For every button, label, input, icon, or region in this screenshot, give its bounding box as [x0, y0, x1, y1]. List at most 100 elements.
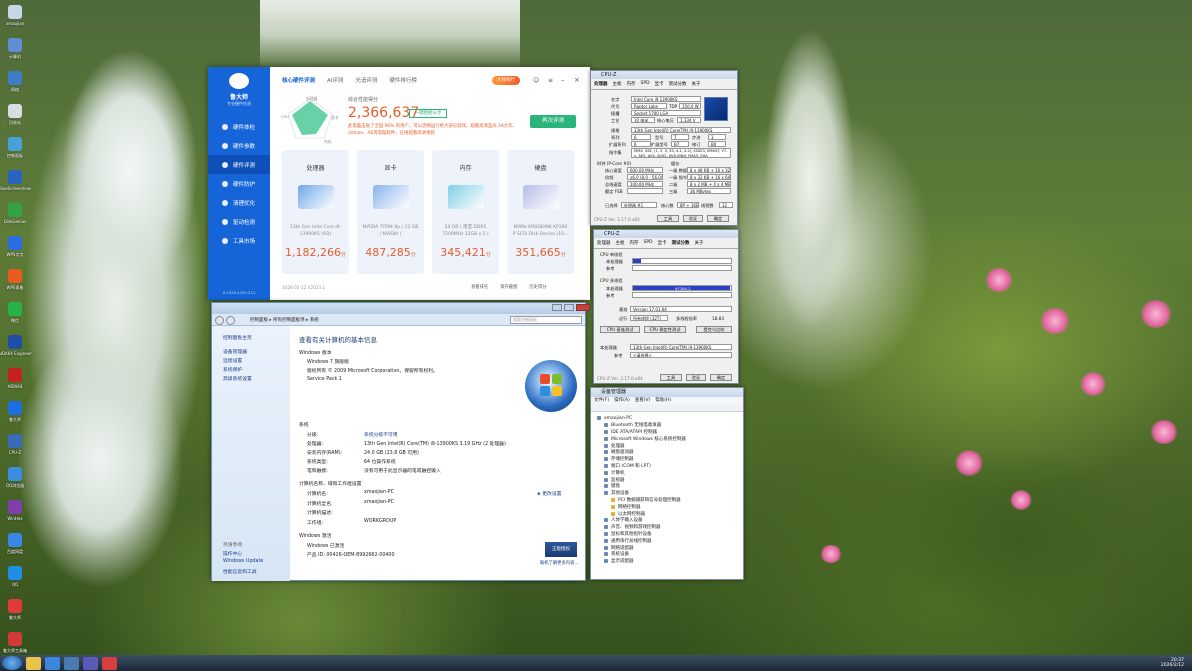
cpuz-tab[interactable]: 测试分数 — [669, 81, 687, 87]
cpuz-tab[interactable]: 显卡 — [658, 240, 667, 246]
desktop-icon[interactable]: 鲁大师 — [2, 596, 28, 629]
desktop-icon[interactable]: xmaojian — [2, 2, 28, 35]
nav-item[interactable]: 硬件参数 — [208, 136, 270, 155]
device-category[interactable]: Microsoft Windows 核心系统控制器 — [597, 435, 743, 442]
cpuz-tab[interactable]: 内存 — [630, 240, 639, 246]
desktop-icon[interactable]: 鲁大师 — [2, 398, 28, 431]
processor-select[interactable]: 处理器 #1 — [621, 202, 657, 208]
score-card[interactable]: 内存 24 GB ( 南亚 DDR5 7200MHz 12GB x 2 ) 345,… — [432, 150, 499, 274]
change-settings-link[interactable]: ◈ 更改设置 — [537, 490, 561, 497]
device-category[interactable]: 鼠标和其他指针设备 — [597, 531, 743, 538]
nav-item[interactable]: 硬件评测 — [208, 155, 270, 174]
devmgr-menu-item[interactable]: 帮助(H) — [655, 397, 671, 404]
left-link[interactable]: 设备管理器 — [223, 348, 247, 355]
desktop-icon[interactable]: 网络 — [2, 68, 28, 101]
cpuz-tab[interactable]: 主板 — [613, 81, 622, 87]
desktop-icon[interactable]: WPS文字 — [2, 233, 28, 266]
threads-select[interactable]: 所有线程 (32T) — [630, 315, 668, 321]
cpuz-tab[interactable]: 关于 — [692, 81, 701, 87]
tools-button[interactable]: 工具 — [660, 374, 682, 381]
ok-button[interactable]: 确定 — [710, 374, 732, 381]
cpuz-tab[interactable]: 处理器 — [594, 81, 608, 87]
desktop-icon[interactable]: WPS表格 — [2, 266, 28, 299]
control-panel-taskbar-icon[interactable] — [64, 656, 79, 670]
search-input[interactable]: 搜索控制面板 — [510, 316, 582, 324]
desktop-icon[interactable]: BlueScreenView — [0, 167, 31, 200]
nav-item[interactable]: 清理优化 — [208, 193, 270, 212]
cpuz-tab[interactable]: SPD — [644, 240, 653, 246]
device-category[interactable]: 人体学输入设备 — [597, 517, 743, 524]
footer-link[interactable]: 历史得分 — [529, 284, 546, 290]
validate-button[interactable]: 验证 — [686, 374, 706, 381]
cpuz-tab[interactable]: SPD — [641, 81, 650, 87]
close-button[interactable] — [576, 304, 590, 311]
submit-compare-button[interactable]: 提交与比较 — [696, 326, 732, 333]
left-link[interactable]: 系统保护 — [223, 366, 242, 373]
desktop-icon[interactable]: 控制面板 — [2, 134, 28, 167]
desktop-icon[interactable]: 计算机 — [2, 35, 28, 68]
see-also-link[interactable]: Windows Update — [223, 559, 263, 564]
desktop-icon[interactable]: 微信 — [2, 299, 28, 332]
cpuz-tab[interactable]: 关于 — [695, 240, 704, 246]
device-category[interactable]: 端口 (COM 和 LPT) — [597, 463, 743, 470]
cpuz-taskbar-icon[interactable] — [83, 656, 98, 670]
tools-button[interactable]: 工具 — [657, 215, 679, 222]
close-icon[interactable]: × — [574, 76, 580, 84]
cpu-stress-button[interactable]: CPU 稳定性测试 — [644, 326, 686, 333]
desktop-icon[interactable]: DiskGenius — [2, 200, 28, 233]
retest-button[interactable]: 再次评测 — [530, 115, 576, 128]
device-category[interactable]: Bluetooth 无线电收发器 — [597, 422, 743, 429]
forward-button[interactable] — [226, 316, 235, 325]
reference-select[interactable]: <请选择> — [630, 352, 732, 358]
nav-item[interactable]: 驱动检测 — [208, 212, 270, 231]
tab[interactable]: AI评测 — [327, 76, 343, 84]
cpu-bench-button[interactable]: CPU 基准测试 — [600, 326, 640, 333]
device-category[interactable]: 通用串行总线控制器 — [597, 537, 743, 544]
clock[interactable]: 20:37 2026/2/12 — [1161, 658, 1184, 668]
explorer-taskbar-icon[interactable] — [26, 656, 41, 670]
tab[interactable]: 光追评测 — [355, 76, 377, 84]
ie-taskbar-icon[interactable] — [45, 656, 60, 670]
nav-item[interactable]: 硬件体检 — [208, 117, 270, 136]
device-category[interactable]: 其他设备 — [597, 490, 743, 497]
nav-item[interactable]: 工具市场 — [208, 231, 270, 250]
menu-icon[interactable]: ≡ — [548, 77, 553, 84]
desktop-icon[interactable]: 百度网盘 — [2, 530, 28, 563]
device-category[interactable]: 计算机 — [597, 469, 743, 476]
left-link[interactable]: 远程设置 — [223, 357, 242, 364]
device-category[interactable]: 键盘 — [597, 483, 743, 490]
footer-link[interactable]: 查看排名 — [471, 284, 488, 290]
learn-more-link[interactable]: 联机了解更多内容... — [540, 560, 578, 566]
device-category[interactable]: 声音、视频和游戏控制器 — [597, 524, 743, 531]
control-panel-home-link[interactable]: 控制面板主页 — [223, 334, 252, 341]
cpuz-tab[interactable]: 内存 — [627, 81, 636, 87]
device-category[interactable]: 存储控制器 — [597, 456, 743, 463]
device-category[interactable]: 网络适配器 — [597, 544, 743, 551]
see-also-link[interactable]: 性能信息和工具 — [223, 568, 257, 575]
minimize-icon[interactable]: – — [561, 76, 565, 84]
cpuz-tab[interactable]: 测试分数 — [672, 240, 690, 246]
device-category[interactable]: 显示适配器 — [597, 558, 743, 565]
device-root[interactable]: xmaojian-PC — [597, 415, 743, 422]
device-category[interactable]: 系统设备 — [597, 551, 743, 558]
device-category[interactable]: 处理器 — [597, 442, 743, 449]
footer-link[interactable]: 保存截图 — [500, 284, 517, 290]
nav-item[interactable]: 硬件防护 — [208, 174, 270, 193]
device-category[interactable]: 以太网控制器 — [597, 510, 743, 517]
user-icon[interactable]: ☺ — [533, 77, 539, 84]
vip-badge[interactable]: 大师排行 — [492, 76, 520, 85]
left-link[interactable]: 高级系统设置 — [223, 375, 252, 382]
cpuz-tab[interactable]: 处理器 — [597, 240, 611, 246]
score-card[interactable]: 处理器 13th Gen Intel Core i9-13900KS (6Q) 1,… — [282, 150, 349, 274]
desktop-icon[interactable]: QQ浏览器 — [2, 464, 28, 497]
desktop-icon[interactable]: WinHex — [2, 497, 28, 530]
score-card[interactable]: 显卡 NVIDIA TITAN Xp ( 12 GB / NVIDIA ) 487,… — [357, 150, 424, 274]
device-category[interactable]: 网络控制器 — [597, 503, 743, 510]
desktop-icon[interactable]: CPU-Z — [2, 431, 28, 464]
desktop-icon[interactable]: AIDA64 — [2, 365, 28, 398]
devmgr-menu-item[interactable]: 文件(F) — [594, 397, 609, 404]
tab[interactable]: 核心硬件评测 — [282, 76, 315, 84]
devmgr-menu-item[interactable]: 操作(A) — [614, 397, 630, 404]
cpuz-tab[interactable]: 显卡 — [655, 81, 664, 87]
tab[interactable]: 硬件排行榜 — [389, 76, 417, 84]
